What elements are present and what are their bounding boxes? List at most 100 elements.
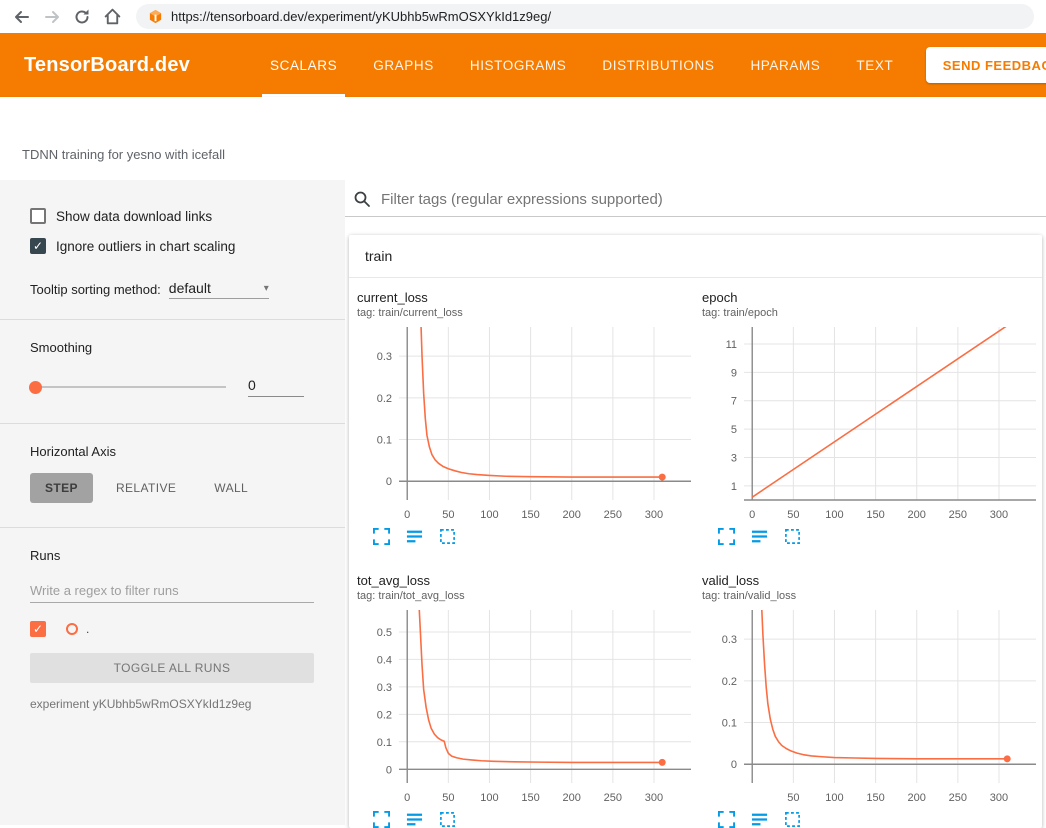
svg-text:0: 0 — [749, 509, 755, 521]
chart-tag: tag: train/current_loss — [357, 307, 702, 319]
main-nav: SCALARS GRAPHS HISTOGRAMS DISTRIBUTIONS … — [252, 33, 911, 97]
fullscreen-icon[interactable] — [718, 528, 735, 545]
runs-filter-input[interactable] — [30, 579, 314, 603]
fullscreen-icon[interactable] — [718, 811, 735, 828]
sidebar: Show data download links ✓ Ignore outlie… — [0, 180, 345, 825]
chart-tag: tag: train/tot_avg_loss — [357, 590, 702, 602]
data-list-icon[interactable] — [406, 528, 423, 545]
app-logo[interactable]: TensorBoard.dev — [0, 33, 190, 97]
tab-text[interactable]: TEXT — [838, 33, 911, 97]
chart-toolbar — [357, 811, 702, 828]
tag-filter-row — [345, 180, 1046, 217]
fit-domain-icon[interactable] — [784, 528, 801, 545]
forward-icon[interactable] — [42, 7, 62, 27]
svg-text:200: 200 — [563, 792, 581, 804]
tooltip-sorting-label: Tooltip sorting method: — [30, 282, 161, 299]
show-download-links-checkbox-row[interactable]: Show data download links — [30, 204, 317, 228]
tooltip-sorting-row: Tooltip sorting method: default ▾ — [30, 280, 317, 299]
ignore-outliers-checkbox-row[interactable]: ✓ Ignore outliers in chart scaling — [30, 234, 317, 258]
svg-text:3: 3 — [731, 452, 737, 464]
chart-title: valid_loss — [702, 573, 1046, 588]
svg-text:0: 0 — [386, 476, 392, 488]
svg-text:11: 11 — [726, 339, 737, 351]
reload-icon[interactable] — [72, 7, 92, 27]
main-content: train current_loss tag: train/current_lo… — [345, 180, 1046, 825]
run-row[interactable]: ✓ . — [30, 621, 317, 637]
group-header-train[interactable]: train — [349, 235, 1042, 278]
svg-text:0.3: 0.3 — [377, 682, 392, 694]
fit-domain-icon[interactable] — [439, 528, 456, 545]
experiment-header: TDNN training for yesno with icefall — [0, 97, 1046, 180]
tab-hparams[interactable]: HPARAMS — [732, 33, 838, 97]
sidebar-divider — [0, 423, 345, 424]
svg-text:0.1: 0.1 — [377, 435, 392, 447]
home-icon[interactable] — [102, 7, 122, 27]
run-name: . — [86, 622, 89, 636]
browser-chrome: https://tensorboard.dev/experiment/yKUbh… — [0, 0, 1046, 33]
chevron-down-icon: ▾ — [264, 283, 269, 294]
chart-plot[interactable]: 05010015020025030000.10.20.30.40.5 — [357, 604, 697, 809]
fit-domain-icon[interactable] — [784, 811, 801, 828]
experiment-caption: experiment yKUbhb5wRmOSXYkId1z9eg — [30, 697, 317, 711]
svg-text:0.3: 0.3 — [377, 351, 392, 363]
app-header: TensorBoard.dev SCALARS GRAPHS HISTOGRAM… — [0, 33, 1046, 97]
svg-text:300: 300 — [645, 509, 663, 521]
slider-thumb[interactable] — [29, 381, 42, 394]
toggle-all-runs-button[interactable]: TOGGLE ALL RUNS — [30, 653, 314, 683]
svg-text:0.5: 0.5 — [377, 627, 392, 639]
fullscreen-icon[interactable] — [373, 528, 390, 545]
back-icon[interactable] — [12, 7, 32, 27]
tag-filter-input[interactable] — [381, 191, 1046, 208]
svg-text:150: 150 — [866, 509, 884, 521]
chart-plot[interactable]: 0501001502002503001357911 — [702, 321, 1042, 526]
runs-filter — [30, 579, 314, 603]
horizontal-axis-buttons: STEP RELATIVE WALL — [30, 473, 317, 503]
svg-text:1: 1 — [731, 481, 737, 493]
experiment-title: TDNN training for yesno with icefall — [22, 147, 225, 162]
data-list-icon[interactable] — [751, 528, 768, 545]
data-list-icon[interactable] — [751, 811, 768, 828]
fit-domain-icon[interactable] — [439, 811, 456, 828]
axis-relative-button[interactable]: RELATIVE — [101, 473, 191, 503]
send-feedback-button[interactable]: SEND FEEDBACK — [926, 47, 1046, 83]
tab-histograms[interactable]: HISTOGRAMS — [452, 33, 585, 97]
fullscreen-icon[interactable] — [373, 811, 390, 828]
tab-graphs[interactable]: GRAPHS — [355, 33, 452, 97]
chart-title: tot_avg_loss — [357, 573, 702, 588]
chart-tag: tag: train/epoch — [702, 307, 1046, 319]
address-bar[interactable]: https://tensorboard.dev/experiment/yKUbh… — [136, 4, 1034, 29]
chart-epoch: epoch tag: train/epoch 05010015020025030… — [702, 290, 1046, 545]
svg-text:0.2: 0.2 — [377, 709, 392, 721]
ignore-outliers-label: Ignore outliers in chart scaling — [56, 239, 235, 254]
chart-tag: tag: train/valid_loss — [702, 590, 1046, 602]
svg-text:0: 0 — [731, 759, 737, 771]
svg-text:100: 100 — [825, 509, 843, 521]
svg-text:50: 50 — [787, 792, 799, 804]
run-checkbox-checked-icon[interactable]: ✓ — [30, 621, 46, 637]
tooltip-sorting-select[interactable]: default ▾ — [169, 280, 269, 299]
tab-scalars[interactable]: SCALARS — [252, 33, 355, 97]
svg-text:100: 100 — [825, 792, 843, 804]
tab-distributions[interactable]: DISTRIBUTIONS — [584, 33, 732, 97]
chart-title: epoch — [702, 290, 1046, 305]
sidebar-divider — [0, 527, 345, 528]
svg-text:150: 150 — [866, 792, 884, 804]
smoothing-row: 0 — [30, 377, 317, 397]
svg-text:7: 7 — [731, 396, 737, 408]
smoothing-value-input[interactable]: 0 — [248, 377, 304, 397]
chart-plot[interactable]: 5010015020025030000.10.20.3 — [702, 604, 1042, 809]
axis-wall-button[interactable]: WALL — [199, 473, 263, 503]
chart-plot[interactable]: 05010015020025030000.10.20.3 — [357, 321, 697, 526]
svg-text:0: 0 — [404, 792, 410, 804]
svg-text:50: 50 — [442, 509, 454, 521]
axis-step-button[interactable]: STEP — [30, 473, 93, 503]
chart-title: current_loss — [357, 290, 702, 305]
checkbox-checked-icon[interactable]: ✓ — [30, 238, 46, 254]
data-list-icon[interactable] — [406, 811, 423, 828]
runs-label: Runs — [30, 548, 317, 563]
svg-text:0.3: 0.3 — [722, 634, 737, 646]
checkbox-unchecked-icon[interactable] — [30, 208, 46, 224]
horizontal-axis-label: Horizontal Axis — [30, 444, 317, 459]
smoothing-slider[interactable] — [30, 380, 226, 394]
chart-tot-avg-loss: tot_avg_loss tag: train/tot_avg_loss 050… — [357, 573, 702, 828]
